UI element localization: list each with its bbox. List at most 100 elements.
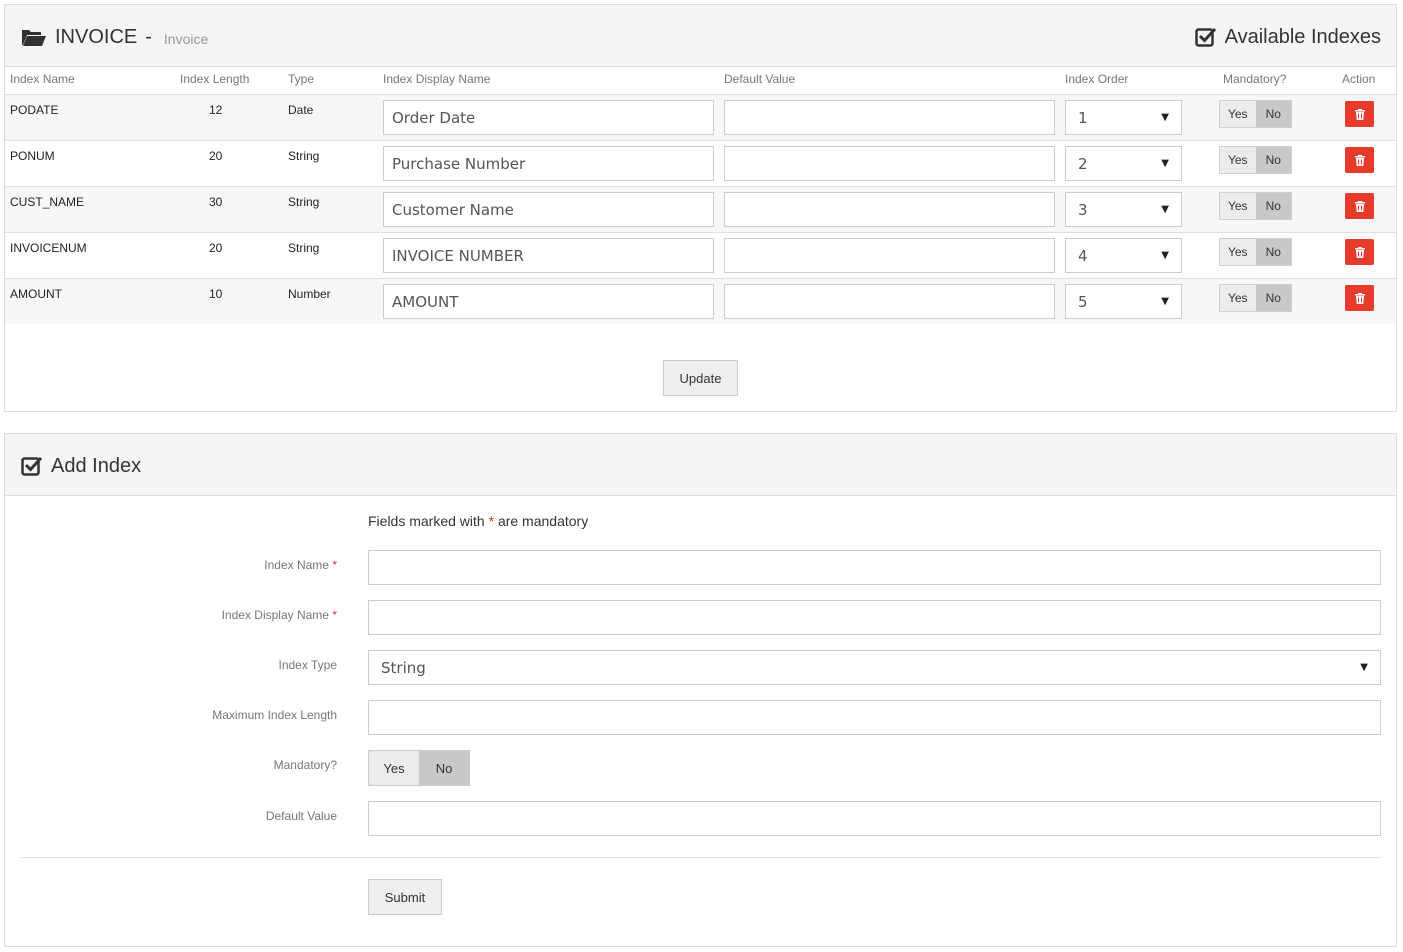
form-divider bbox=[20, 857, 1381, 858]
default-value-input[interactable] bbox=[724, 146, 1055, 181]
default-value-input[interactable] bbox=[368, 801, 1381, 836]
delete-button[interactable] bbox=[1345, 285, 1374, 311]
caret-down-icon: ▼ bbox=[1161, 112, 1169, 123]
table-row: INVOICENUM 20 String INVOICE NUMBER 4 ▼ … bbox=[5, 232, 1396, 278]
mandatory-toggle[interactable]: Yes No bbox=[1219, 146, 1292, 174]
delete-button[interactable] bbox=[1345, 193, 1374, 219]
delete-button[interactable] bbox=[1345, 147, 1374, 173]
index-length: 20 bbox=[209, 241, 223, 255]
mandatory-no-option[interactable]: No bbox=[419, 751, 469, 785]
index-name: PONUM bbox=[10, 149, 55, 163]
display-name-input[interactable]: AMOUNT bbox=[383, 284, 714, 319]
index-type: String bbox=[288, 149, 320, 163]
panel-header: Add Index bbox=[5, 434, 1396, 496]
mandatory-yes-option[interactable]: Yes bbox=[1220, 193, 1256, 219]
check-square-icon bbox=[1194, 26, 1217, 48]
index-length: 20 bbox=[209, 149, 223, 163]
index-order-value: 1 bbox=[1078, 108, 1088, 127]
index-name: AMOUNT bbox=[10, 287, 62, 301]
index-name: INVOICENUM bbox=[10, 241, 87, 255]
col-header-action: Action bbox=[1342, 72, 1376, 86]
index-type-select[interactable]: String ▼ bbox=[368, 650, 1381, 685]
table-row: PONUM 20 String Purchase Number 2 ▼ Yes … bbox=[5, 140, 1396, 186]
display-name-label-text: Index Display Name bbox=[221, 608, 329, 622]
check-square-icon bbox=[21, 455, 43, 477]
available-indexes-panel: INVOICE - Invoice Available Indexes Inde… bbox=[4, 4, 1397, 412]
available-indexes-heading: Available Indexes bbox=[1194, 23, 1381, 51]
index-name-label-text: Index Name bbox=[264, 558, 329, 572]
default-value-label: Default Value bbox=[265, 809, 337, 823]
submit-button[interactable]: Submit bbox=[368, 879, 442, 915]
col-header-mandatory: Mandatory? bbox=[1223, 72, 1287, 86]
index-order-value: 4 bbox=[1078, 246, 1088, 265]
caret-down-icon: ▼ bbox=[1161, 158, 1169, 169]
index-order-value: 5 bbox=[1078, 292, 1088, 311]
available-indexes-label: Available Indexes bbox=[1224, 25, 1381, 48]
delete-button[interactable] bbox=[1345, 239, 1374, 265]
default-value-input[interactable] bbox=[724, 238, 1055, 273]
display-name-input[interactable] bbox=[368, 600, 1381, 635]
mandatory-yes-option[interactable]: Yes bbox=[1220, 285, 1256, 311]
note-suffix: are mandatory bbox=[497, 513, 589, 529]
col-header-index-length: Index Length bbox=[180, 72, 250, 86]
index-length: 30 bbox=[209, 195, 223, 209]
mandatory-yes-option[interactable]: Yes bbox=[369, 751, 419, 785]
index-order-value: 3 bbox=[1078, 200, 1088, 219]
mandatory-no-option[interactable]: No bbox=[1255, 239, 1291, 265]
default-value-input[interactable] bbox=[724, 100, 1055, 135]
doctype-subtitle: Invoice bbox=[163, 31, 209, 47]
max-length-input[interactable] bbox=[368, 700, 1381, 735]
mandatory-note: Fields marked with * are mandatory bbox=[368, 513, 588, 529]
index-type-value: String bbox=[381, 658, 426, 677]
index-order-select[interactable]: 4 ▼ bbox=[1065, 238, 1182, 273]
display-name-input[interactable]: Purchase Number bbox=[383, 146, 714, 181]
document-type-title: INVOICE - Invoice bbox=[21, 23, 208, 51]
default-value-input[interactable] bbox=[724, 284, 1055, 319]
display-name-input[interactable]: Order Date bbox=[383, 100, 714, 135]
col-header-default-value: Default Value bbox=[724, 72, 796, 86]
note-prefix: Fields marked with bbox=[368, 513, 485, 529]
update-button[interactable]: Update bbox=[663, 360, 738, 396]
trash-icon bbox=[1354, 200, 1365, 212]
mandatory-no-option[interactable]: No bbox=[1255, 285, 1291, 311]
required-star: * bbox=[332, 558, 337, 572]
index-length: 10 bbox=[209, 287, 223, 301]
index-order-select[interactable]: 3 ▼ bbox=[1065, 192, 1182, 227]
mandatory-no-option[interactable]: No bbox=[1255, 147, 1291, 173]
index-type-label: Index Type bbox=[278, 658, 338, 672]
mandatory-toggle[interactable]: Yes No bbox=[1219, 284, 1292, 312]
add-index-panel: Add Index Fields marked with * are manda… bbox=[4, 433, 1397, 947]
index-type: Number bbox=[288, 287, 331, 301]
mandatory-no-option[interactable]: No bbox=[1255, 193, 1291, 219]
index-name-input[interactable] bbox=[368, 550, 1381, 585]
mandatory-toggle[interactable]: Yes No bbox=[1219, 238, 1292, 266]
index-order-select[interactable]: 1 ▼ bbox=[1065, 100, 1182, 135]
mandatory-label: Mandatory? bbox=[273, 758, 337, 772]
col-header-index-name: Index Name bbox=[10, 72, 75, 86]
mandatory-toggle[interactable]: Yes No bbox=[1219, 100, 1292, 128]
mandatory-yes-option[interactable]: Yes bbox=[1220, 239, 1256, 265]
required-star: * bbox=[488, 513, 495, 529]
index-order-select[interactable]: 2 ▼ bbox=[1065, 146, 1182, 181]
delete-button[interactable] bbox=[1345, 101, 1374, 127]
trash-icon bbox=[1354, 154, 1365, 166]
trash-icon bbox=[1354, 108, 1365, 120]
mandatory-no-option[interactable]: No bbox=[1255, 101, 1291, 127]
default-value-input[interactable] bbox=[724, 192, 1055, 227]
mandatory-yes-option[interactable]: Yes bbox=[1220, 147, 1256, 173]
table-row: AMOUNT 10 Number AMOUNT 5 ▼ Yes No bbox=[5, 278, 1396, 324]
display-name-input[interactable]: Customer Name bbox=[383, 192, 714, 227]
add-index-heading: Add Index bbox=[21, 452, 141, 480]
index-length: 12 bbox=[209, 103, 223, 117]
mandatory-toggle[interactable]: Yes No bbox=[368, 750, 470, 786]
col-header-type: Type bbox=[288, 72, 315, 86]
index-type: String bbox=[288, 195, 320, 209]
mandatory-toggle[interactable]: Yes No bbox=[1219, 192, 1292, 220]
index-order-select[interactable]: 5 ▼ bbox=[1065, 284, 1182, 319]
col-header-display-name: Index Display Name bbox=[383, 72, 491, 86]
display-name-input[interactable]: INVOICE NUMBER bbox=[383, 238, 714, 273]
required-star: * bbox=[332, 608, 337, 622]
mandatory-yes-option[interactable]: Yes bbox=[1220, 101, 1256, 127]
display-name-label: Index Display Name * bbox=[222, 608, 337, 622]
index-name: PODATE bbox=[10, 103, 59, 117]
